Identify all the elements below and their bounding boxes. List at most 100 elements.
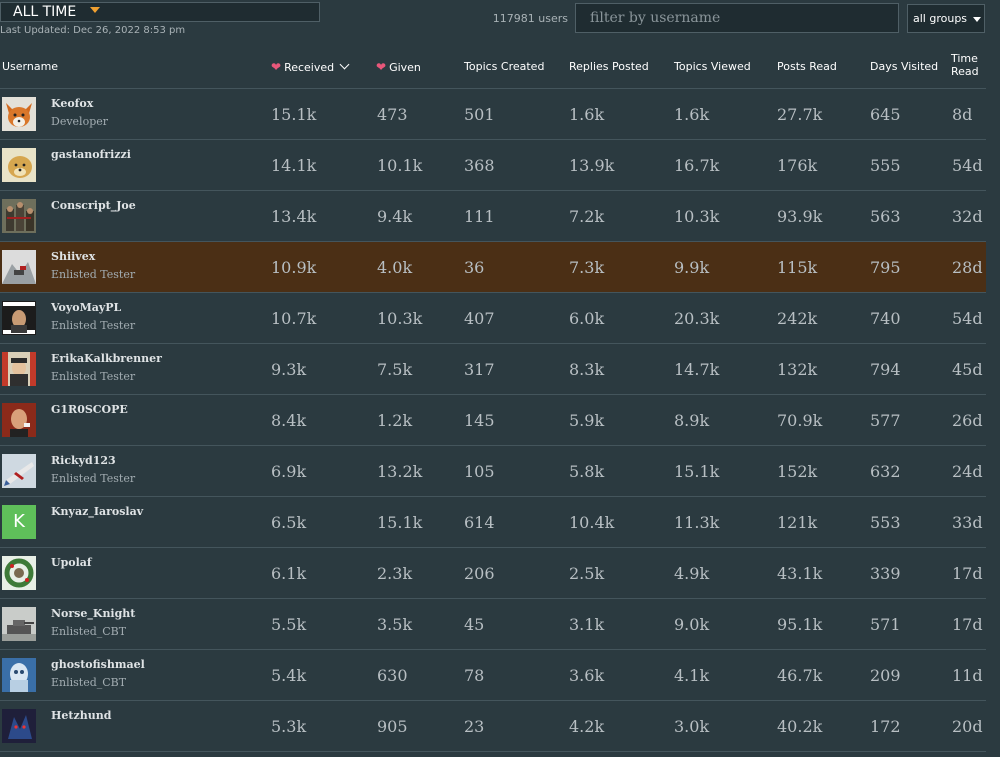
header-time-read[interactable]: Time Read <box>951 52 979 78</box>
username-link[interactable]: Knyaz_Iaroslav <box>51 505 143 518</box>
cell-posts-read: 93.9k <box>777 207 823 226</box>
cell-replies-posted: 10.4k <box>569 513 615 532</box>
user-title: Enlisted Tester <box>51 370 136 383</box>
cell-topics-created: 206 <box>464 564 495 583</box>
sort-chevron-icon <box>339 59 350 70</box>
wolf-avatar[interactable] <box>2 709 36 743</box>
cell-replies-posted: 7.2k <box>569 207 605 226</box>
cell-given: 7.5k <box>377 360 413 379</box>
header-replies-posted[interactable]: Replies Posted <box>569 60 649 73</box>
cell-time-read: 11d <box>952 666 983 685</box>
cell-replies-posted: 2.5k <box>569 564 605 583</box>
officer-avatar[interactable] <box>2 352 36 386</box>
ghost-avatar[interactable] <box>2 658 36 692</box>
cell-topics-viewed: 1.6k <box>674 105 710 124</box>
user-title: Enlisted Tester <box>51 472 136 485</box>
user-count: 117981 users <box>492 12 568 25</box>
cell-posts-read: 46.7k <box>777 666 823 685</box>
username-link[interactable]: Conscript_Joe <box>51 199 136 212</box>
man-avatar[interactable] <box>2 403 36 437</box>
cell-days-visited: 632 <box>870 462 901 481</box>
cell-time-read: 45d <box>952 360 983 379</box>
table-row: Upolaf 6.1k 2.3k 206 2.5k 4.9k 43.1k 339 17d <box>0 548 986 599</box>
cell-received: 6.9k <box>271 462 307 481</box>
table-row: Norse_Knight Enlisted_CBT 5.5k 3.5k 45 3.1k 9.… <box>0 599 986 650</box>
header-days-visited[interactable]: Days Visited <box>870 60 938 73</box>
cell-topics-viewed: 16.7k <box>674 156 720 175</box>
header-given[interactable]: ❤ Given <box>376 60 421 74</box>
username-link[interactable]: Upolaf <box>51 556 92 569</box>
dog-avatar[interactable] <box>2 148 36 182</box>
username-link[interactable]: Shiivex <box>51 250 95 263</box>
cell-received: 14.1k <box>271 156 317 175</box>
username-link[interactable]: Rickyd123 <box>51 454 116 467</box>
cell-given: 10.3k <box>377 309 423 328</box>
cell-time-read: 8d <box>952 105 973 124</box>
username-link[interactable]: VoyoMayPL <box>51 301 121 314</box>
cell-days-visited: 172 <box>870 717 901 736</box>
cell-posts-read: 176k <box>777 156 818 175</box>
cell-given: 9.4k <box>377 207 413 226</box>
table-row: VoyoMayPL Enlisted Tester 10.7k 10.3k 407 6.0… <box>0 293 986 344</box>
username-link[interactable]: gastanofrizzi <box>51 148 131 161</box>
user-title: Enlisted_CBT <box>51 676 127 689</box>
cell-topics-viewed: 9.0k <box>674 615 710 634</box>
username-link[interactable]: G1R0SCOPE <box>51 403 128 416</box>
cell-posts-read: 121k <box>777 513 818 532</box>
period-dropdown[interactable]: ALL TIME <box>0 2 320 22</box>
cell-given: 905 <box>377 717 408 736</box>
cell-received: 5.3k <box>271 717 307 736</box>
mountain-avatar[interactable] <box>2 250 36 284</box>
cell-replies-posted: 4.2k <box>569 717 605 736</box>
cell-days-visited: 209 <box>870 666 901 685</box>
cell-given: 2.3k <box>377 564 413 583</box>
username-link[interactable]: Norse_Knight <box>51 607 135 620</box>
username-link[interactable]: ErikaKalkbrenner <box>51 352 162 365</box>
cell-given: 1.2k <box>377 411 413 430</box>
cell-topics-created: 45 <box>464 615 485 634</box>
fox-avatar[interactable] <box>2 97 36 131</box>
header-time-read-line2: Read <box>951 65 979 78</box>
cell-topics-created: 368 <box>464 156 495 175</box>
username-link[interactable]: ghostofishmael <box>51 658 145 671</box>
cell-days-visited: 563 <box>870 207 901 226</box>
aircraft-avatar[interactable] <box>2 454 36 488</box>
cell-topics-viewed: 3.0k <box>674 717 710 736</box>
username-link[interactable]: Keofox <box>51 97 93 110</box>
table-row: ErikaKalkbrenner Enlisted Tester 9.3k 7.5k 3… <box>0 344 986 395</box>
cell-received: 10.9k <box>271 258 317 277</box>
wreath-avatar[interactable] <box>2 556 36 590</box>
cell-topics-created: 36 <box>464 258 485 277</box>
tank-avatar[interactable] <box>2 607 36 641</box>
period-label: ALL TIME <box>13 4 77 20</box>
header-username[interactable]: Username <box>2 60 58 73</box>
header-received-label: Received <box>284 61 335 74</box>
cell-given: 15.1k <box>377 513 423 532</box>
groups-dropdown[interactable]: all groups <box>907 4 985 33</box>
filter-username-input[interactable] <box>575 3 899 33</box>
cell-topics-viewed: 9.9k <box>674 258 710 277</box>
header-topics-viewed[interactable]: Topics Viewed <box>674 60 751 73</box>
header-topics-created[interactable]: Topics Created <box>464 60 544 73</box>
header-posts-read[interactable]: Posts Read <box>777 60 837 73</box>
cell-posts-read: 115k <box>777 258 818 277</box>
cell-topics-viewed: 10.3k <box>674 207 720 226</box>
cell-replies-posted: 13.9k <box>569 156 615 175</box>
table-row: Shiivex Enlisted Tester 10.9k 4.0k 36 7.3k 9.9… <box>0 242 986 293</box>
heart-icon: ❤ <box>271 60 282 74</box>
cell-time-read: 54d <box>952 156 983 175</box>
soldiers-avatar[interactable] <box>2 199 36 233</box>
cell-given: 10.1k <box>377 156 423 175</box>
table-row: gastanofrizzi 14.1k 10.1k 368 13.9k 16.7k 176k… <box>0 140 986 191</box>
cell-received: 15.1k <box>271 105 317 124</box>
letter-k-avatar[interactable]: K <box>2 505 36 539</box>
table-row: ghostofishmael Enlisted_CBT 5.4k 630 78 3.6k 4… <box>0 650 986 701</box>
username-link[interactable]: Hetzhund <box>51 709 111 722</box>
meme-avatar[interactable] <box>2 301 36 335</box>
user-title: Enlisted_CBT <box>51 625 127 638</box>
header-received[interactable]: ❤ Received <box>271 59 350 74</box>
scrollbar[interactable] <box>986 0 1000 757</box>
cell-topics-created: 23 <box>464 717 485 736</box>
cell-received: 13.4k <box>271 207 317 226</box>
cell-time-read: 28d <box>952 258 983 277</box>
